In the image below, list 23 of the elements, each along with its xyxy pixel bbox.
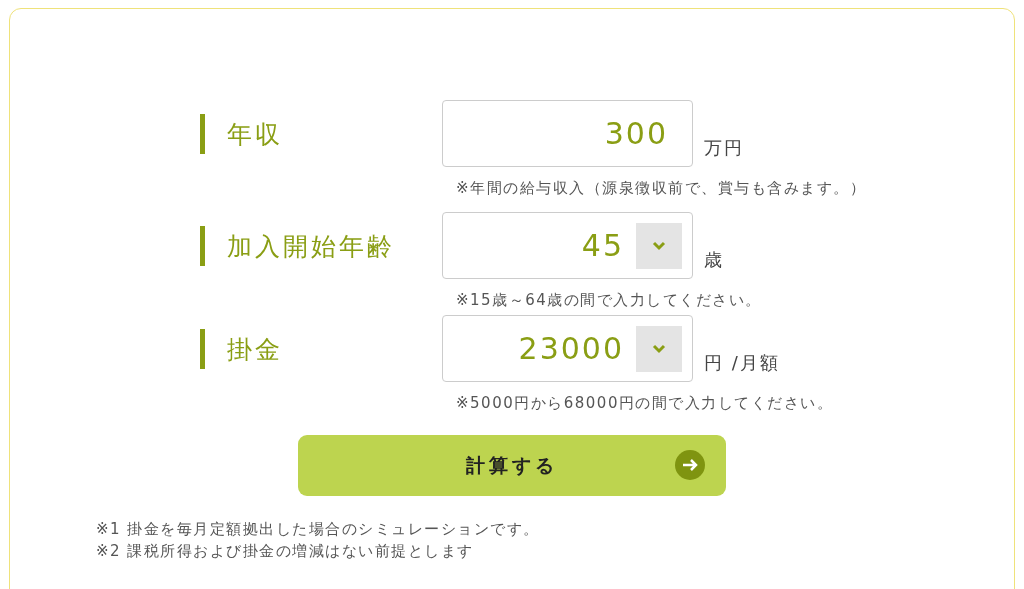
unit-label: 円 /月額: [704, 351, 780, 375]
chevron-down-icon: [652, 240, 666, 251]
arrow-right-icon: [675, 450, 705, 480]
dropdown-toggle[interactable]: [636, 222, 682, 269]
footnote: ※2 課税所得および掛金の増減はない前提とします: [96, 541, 475, 562]
unit-label: 万円: [704, 136, 744, 160]
field-label: 加入開始年齢: [227, 230, 395, 263]
label-bar-icon: [200, 114, 205, 154]
dropdown-toggle[interactable]: [636, 325, 682, 372]
footnote: ※1 掛金を毎月定額拠出した場合のシミュレーションです。: [96, 519, 541, 540]
unit-label: 歳: [704, 248, 724, 272]
field-note: ※15歳～64歳の間で入力してください。: [455, 291, 763, 310]
calculate-button[interactable]: 計算する: [298, 435, 726, 496]
label-bar-icon: [200, 226, 205, 266]
field-label: 年収: [227, 118, 283, 151]
field-note: ※年間の給与収入（源泉徴収前で、賞与も含みます。）: [455, 179, 868, 198]
label-bar-icon: [200, 329, 205, 369]
chevron-down-icon: [652, 343, 666, 354]
select-field[interactable]: 45: [442, 212, 693, 279]
field-label: 掛金: [227, 333, 283, 366]
field-note: ※5000円から68000円の間で入力してください。: [455, 394, 835, 413]
input-field[interactable]: 300: [442, 100, 693, 167]
select-field[interactable]: 23000: [442, 315, 693, 382]
